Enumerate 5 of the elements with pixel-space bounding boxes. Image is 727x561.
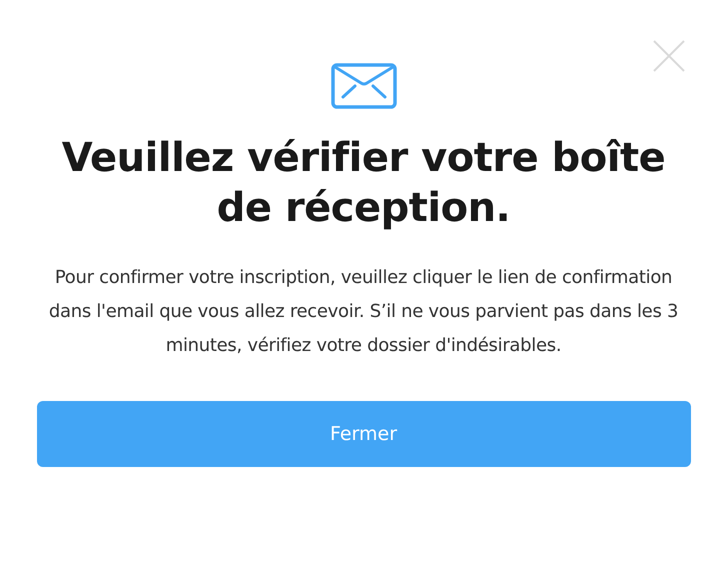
close-button[interactable]: Fermer <box>36 401 690 467</box>
close-icon[interactable] <box>653 40 685 72</box>
envelope-icon <box>330 63 396 109</box>
dialog-title: Veuillez vérifier votre boîte de réception. <box>60 134 666 233</box>
dialog-message: Pour confirmer votre inscription, veuillez cliquer le lien de confirmation dans l'email que vous allez recevoir. S’il ne vous parvient pas dans les 3 minutes, vérifiez votre dossier d'indésirables. <box>48 266 680 358</box>
